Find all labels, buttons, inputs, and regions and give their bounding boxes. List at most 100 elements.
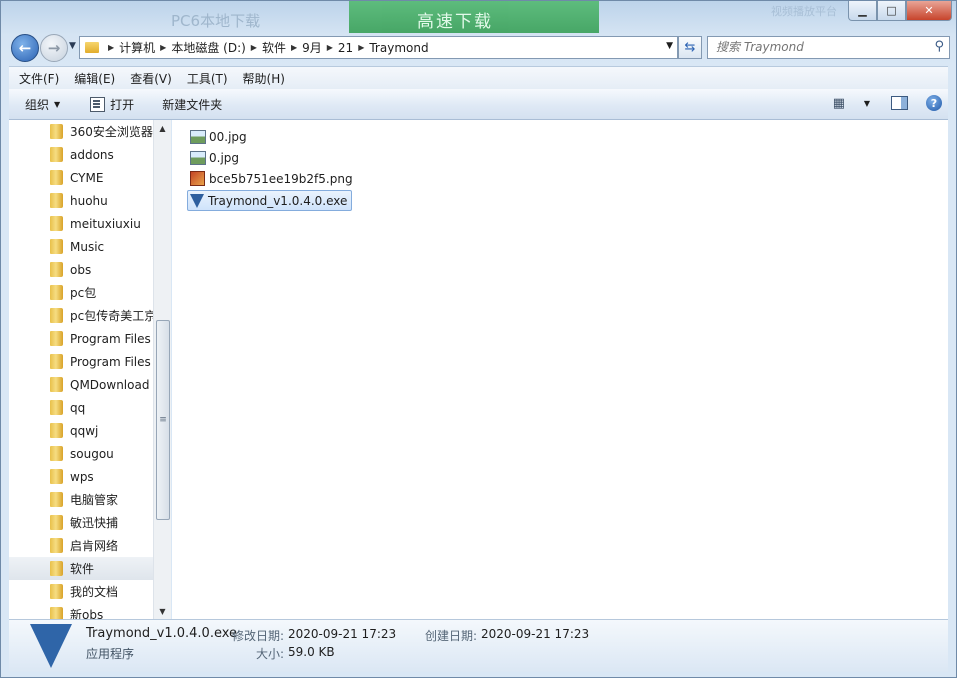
nav-tree-label: CYME xyxy=(70,170,104,185)
nav-tree-item[interactable]: 软件 xyxy=(9,557,153,580)
nav-tree-item[interactable]: qqwj xyxy=(9,419,153,442)
breadcrumb-drive-d[interactable]: 本地磁盘 (D:) xyxy=(171,39,245,56)
nav-tree-item[interactable]: 360安全浏览器 xyxy=(9,120,153,143)
folder-icon xyxy=(50,469,63,484)
open-button[interactable]: 打开 xyxy=(90,96,134,113)
nav-tree-item[interactable]: qq xyxy=(9,396,153,419)
nav-tree-item[interactable]: obs xyxy=(9,258,153,281)
help-button[interactable]: ? xyxy=(926,95,942,111)
nav-tree-item[interactable]: pc包 xyxy=(9,281,153,304)
nav-tree-item[interactable]: 新obs xyxy=(9,603,153,619)
file-name: Traymond_v1.0.4.0.exe xyxy=(208,193,348,208)
nav-tree-label: 360安全浏览器 xyxy=(70,125,153,139)
nav-tree-item[interactable]: 启肯网络 xyxy=(9,534,153,557)
nav-tree-label: 电脑管家 xyxy=(70,493,119,507)
file-list-item[interactable]: 0.jpg xyxy=(188,148,243,167)
menu-edit[interactable]: 编辑(E) xyxy=(64,70,120,87)
scroll-down-icon[interactable]: ▼ xyxy=(154,603,171,619)
file-list-pane: 00.jpg 0.jpg bce5b751ee19b2f5.png Traymond_… xyxy=(172,120,948,619)
nav-tree-item[interactable]: sougou xyxy=(9,442,153,465)
nav-tree-label: Program Files xyxy=(70,354,151,369)
help-icon: ? xyxy=(930,96,938,110)
nav-tree-label: QMDownload xyxy=(70,377,150,392)
navigation-pane-scrollbar[interactable]: ▲ ≡ ▼ xyxy=(153,120,171,619)
nav-tree-item[interactable]: Program Files xyxy=(9,327,153,350)
maximize-button[interactable]: □ xyxy=(877,1,906,21)
nav-tree-label: qqwj xyxy=(70,423,99,438)
address-bar[interactable]: ▶ 计算机 ▶ 本地磁盘 (D:) ▶ 软件 ▶ 9月 ▶ 21 ▶ Traym… xyxy=(79,36,678,59)
nav-tree-label: obs xyxy=(70,262,92,277)
folder-icon xyxy=(85,42,99,53)
file-list-item[interactable]: 00.jpg xyxy=(188,127,251,146)
background-ad-text: PC6本地下载 xyxy=(171,12,261,30)
file-list-item[interactable]: Traymond_v1.0.4.0.exe xyxy=(187,190,353,211)
nav-tree-item[interactable]: addons xyxy=(9,143,153,166)
new-folder-button[interactable]: 新建文件夹 xyxy=(162,96,222,113)
background-ad-right-text: 视频播放平台 xyxy=(771,5,837,18)
menu-file[interactable]: 文件(F) xyxy=(9,70,64,87)
folder-icon xyxy=(50,515,63,530)
preview-pane-button[interactable] xyxy=(891,96,908,110)
scrollbar-thumb[interactable]: ≡ xyxy=(156,320,170,520)
details-size-value: 59.0 KB xyxy=(288,645,335,659)
back-button[interactable]: ← xyxy=(11,34,39,62)
chevron-right-icon[interactable]: ▶ xyxy=(327,43,333,52)
address-history-dropdown[interactable]: ▼ xyxy=(666,41,673,51)
folder-icon xyxy=(50,377,63,392)
forward-button[interactable]: → xyxy=(40,34,68,62)
folder-icon xyxy=(50,239,63,254)
search-icon[interactable]: ⚲ xyxy=(934,39,944,54)
search-input[interactable] xyxy=(714,39,918,55)
nav-tree-item[interactable]: 电脑管家 xyxy=(9,488,153,511)
nav-tree-item[interactable]: 我的文档 xyxy=(9,580,153,603)
nav-tree-label: 启肯网络 xyxy=(70,539,119,553)
explorer-window: PC6本地下载 高速下载 视频播放平台 ▁ □ ✕ ← → ▼ ▶ 计算机 ▶ … xyxy=(0,0,957,678)
chevron-right-icon[interactable]: ▶ xyxy=(108,43,114,52)
folder-icon xyxy=(50,561,63,576)
breadcrumb-21[interactable]: 21 xyxy=(338,41,353,55)
nav-tree-label: 软件 xyxy=(70,562,95,576)
scroll-up-icon[interactable]: ▲ xyxy=(154,120,171,136)
view-options-dropdown[interactable]: ▼ xyxy=(864,99,870,108)
breadcrumb-traymond[interactable]: Traymond xyxy=(369,41,428,55)
nav-tree-item[interactable]: wps xyxy=(9,465,153,488)
chevron-right-icon[interactable]: ▶ xyxy=(251,43,257,52)
chevron-right-icon[interactable]: ▶ xyxy=(291,43,297,52)
nav-tree-item[interactable]: meituxiuxiu xyxy=(9,212,153,235)
nav-tree-label: huohu xyxy=(70,193,108,208)
details-size-label: 大小: xyxy=(256,647,285,661)
chevron-right-icon[interactable]: ▶ xyxy=(160,43,166,52)
chevron-down-icon: ▼ xyxy=(54,99,61,109)
nav-tree-item[interactable]: CYME xyxy=(9,166,153,189)
folder-icon xyxy=(50,285,63,300)
chevron-right-icon[interactable]: ▶ xyxy=(358,43,364,52)
breadcrumb-september[interactable]: 9月 xyxy=(302,39,322,56)
minimize-button[interactable]: ▁ xyxy=(848,1,877,21)
breadcrumb-software[interactable]: 软件 xyxy=(262,39,286,56)
nav-tree-item[interactable]: Program Files xyxy=(9,350,153,373)
nav-tree-label: 新obs xyxy=(70,608,104,619)
change-view-button[interactable]: ▦ xyxy=(833,96,845,111)
png-icon xyxy=(190,171,205,186)
organize-button[interactable]: 组织 ▼ xyxy=(25,96,60,113)
menu-view[interactable]: 查看(V) xyxy=(120,70,177,87)
exe-large-icon xyxy=(30,624,72,668)
menu-help[interactable]: 帮助(H) xyxy=(233,70,290,87)
menu-tools[interactable]: 工具(T) xyxy=(177,70,233,87)
nav-tree-item[interactable]: 敏迅快捕 xyxy=(9,511,153,534)
nav-tree-item[interactable]: huohu xyxy=(9,189,153,212)
nav-tree-label: addons xyxy=(70,147,114,162)
nav-tree-item[interactable]: QMDownload xyxy=(9,373,153,396)
nav-tree-item[interactable]: pc包传奇美工京 xyxy=(9,304,153,327)
nav-tree-item[interactable]: Music xyxy=(9,235,153,258)
details-file-name: Traymond_v1.0.4.0.exe xyxy=(86,626,238,641)
file-list-item[interactable]: bce5b751ee19b2f5.png xyxy=(188,169,357,188)
refresh-button[interactable]: ⇆ xyxy=(678,36,702,59)
command-bar: 组织 ▼ 打开 新建文件夹 ▦ ▼ ? xyxy=(9,89,948,120)
breadcrumb-computer[interactable]: 计算机 xyxy=(119,39,155,56)
image-icon xyxy=(190,129,206,144)
search-box[interactable]: ⚲ xyxy=(707,36,950,59)
close-button[interactable]: ✕ xyxy=(906,1,952,21)
recent-pages-dropdown[interactable]: ▼ xyxy=(69,41,76,51)
nav-tree-label: sougou xyxy=(70,446,114,461)
